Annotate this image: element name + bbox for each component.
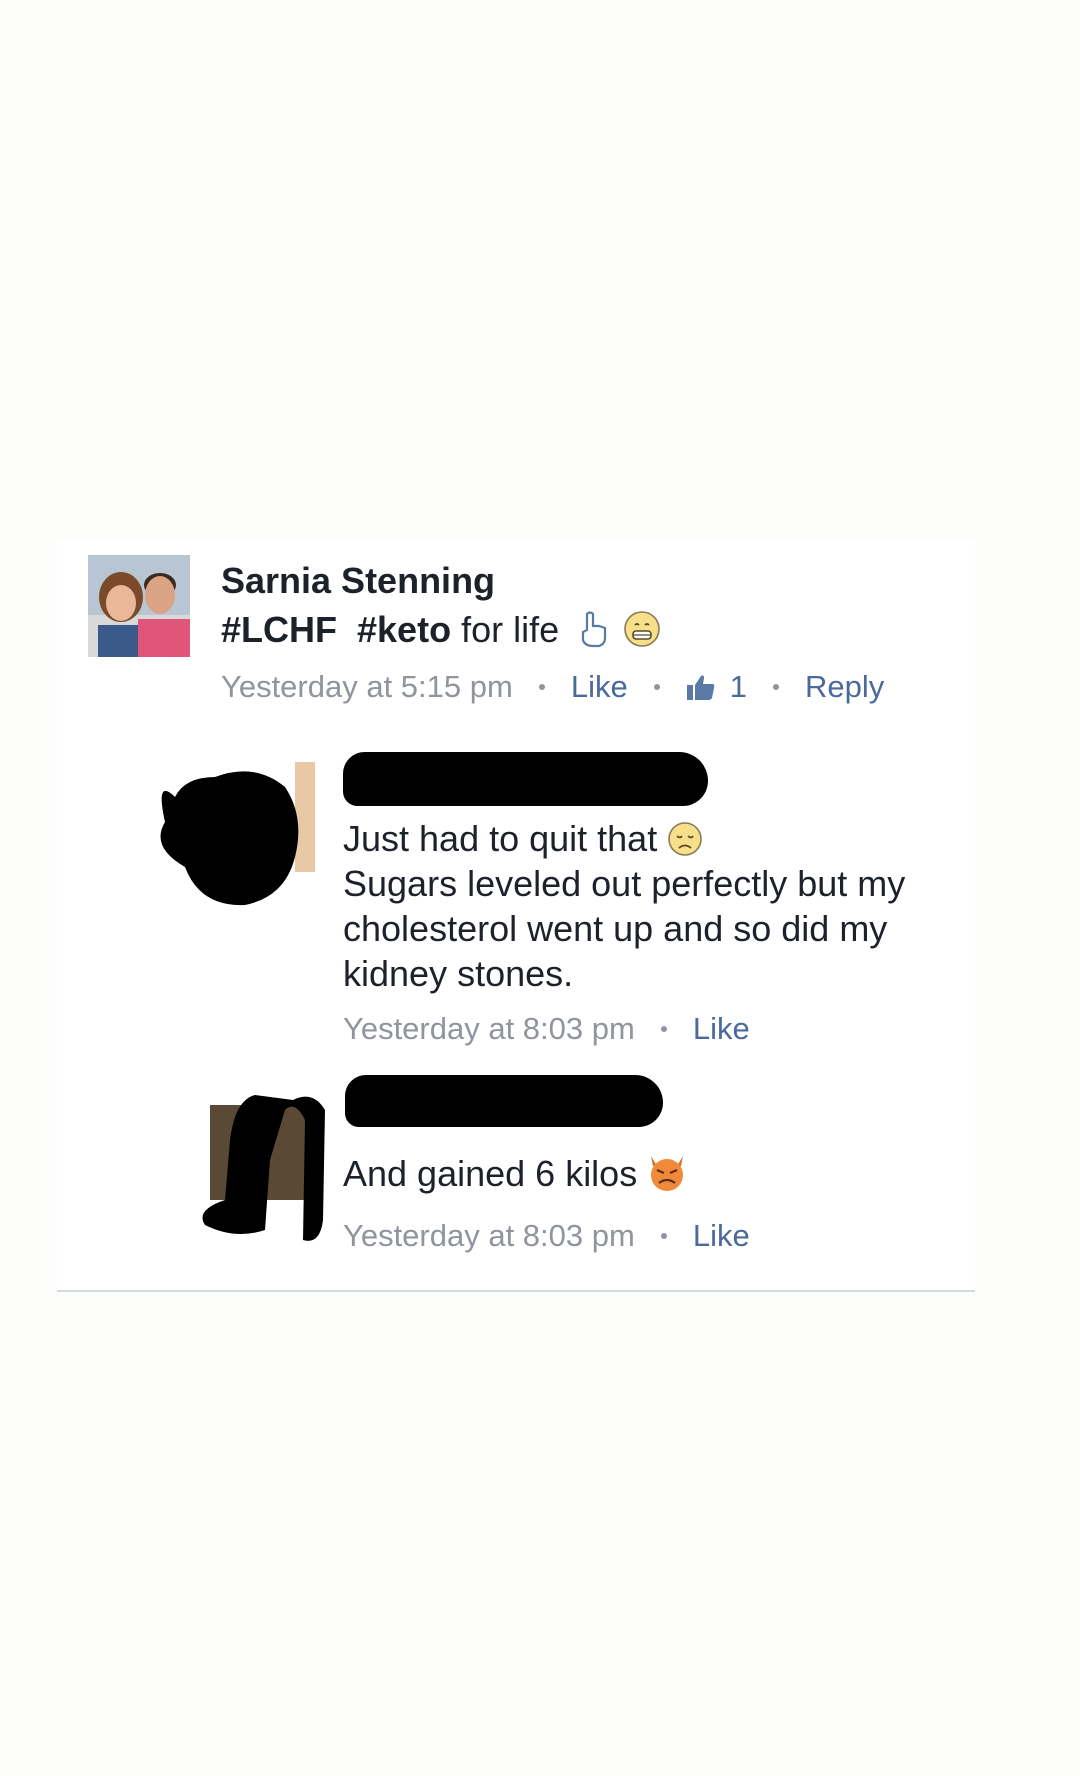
redacted-avatar-icon <box>202 1095 325 1241</box>
post-text-tail: for life <box>461 609 560 650</box>
separator-dot <box>538 683 545 690</box>
separator-dot <box>653 683 660 690</box>
like-button[interactable]: Like <box>693 1013 750 1044</box>
comment-line-1: And gained 6 kilos <box>343 1153 638 1194</box>
comment-meta: Yesterday at 8:03 pm Like <box>343 1013 750 1044</box>
post-meta: Yesterday at 5:15 pm Like 1 Reply <box>221 671 884 702</box>
redacted-author-name <box>343 752 708 806</box>
hashtag-keto[interactable]: #keto <box>357 609 451 650</box>
comment-line: cholesterol went up and so did my <box>343 908 888 949</box>
thumbs-up-icon <box>686 674 715 700</box>
separator-dot <box>772 683 779 690</box>
comment-line-1: Just had to quit that <box>343 818 658 859</box>
avatar-photo-icon <box>88 555 190 657</box>
comment-timestamp[interactable]: Yesterday at 8:03 pm <box>343 1220 635 1251</box>
reply-button[interactable]: Reply <box>805 671 884 702</box>
hashtag-lchf[interactable]: #LCHF <box>221 609 337 650</box>
comment-meta: Yesterday at 8:03 pm Like <box>343 1220 750 1251</box>
separator-dot <box>660 1025 667 1032</box>
post-author-name[interactable]: Sarnia Stenning <box>221 563 495 599</box>
comment-line: Just had to quit that <box>343 816 703 867</box>
post-timestamp[interactable]: Yesterday at 5:15 pm <box>221 671 513 702</box>
separator-dot <box>660 1232 667 1239</box>
like-button[interactable]: Like <box>693 1220 750 1251</box>
avatar[interactable] <box>145 757 315 912</box>
comment-line: Sugars leveled out perfectly but my <box>343 863 906 904</box>
avatar[interactable] <box>195 1090 325 1245</box>
comment-timestamp[interactable]: Yesterday at 8:03 pm <box>343 1013 635 1044</box>
avatar[interactable] <box>88 555 190 657</box>
comment-text: And gained 6 kilos <box>343 1151 687 1202</box>
post-text: #LCHF #keto for life <box>221 607 661 658</box>
pointing-down-hand-icon <box>579 610 609 658</box>
like-count[interactable]: 1 <box>686 671 747 702</box>
redacted-avatar-icon <box>160 762 315 906</box>
like-button[interactable]: Like <box>571 671 628 702</box>
comment-line: kidney stones. <box>343 953 574 994</box>
like-count-value: 1 <box>729 669 747 704</box>
thread-divider <box>57 1290 975 1292</box>
devil-face-icon <box>647 1152 687 1202</box>
grinning-face-icon <box>623 610 661 658</box>
redacted-author-name <box>345 1075 663 1127</box>
